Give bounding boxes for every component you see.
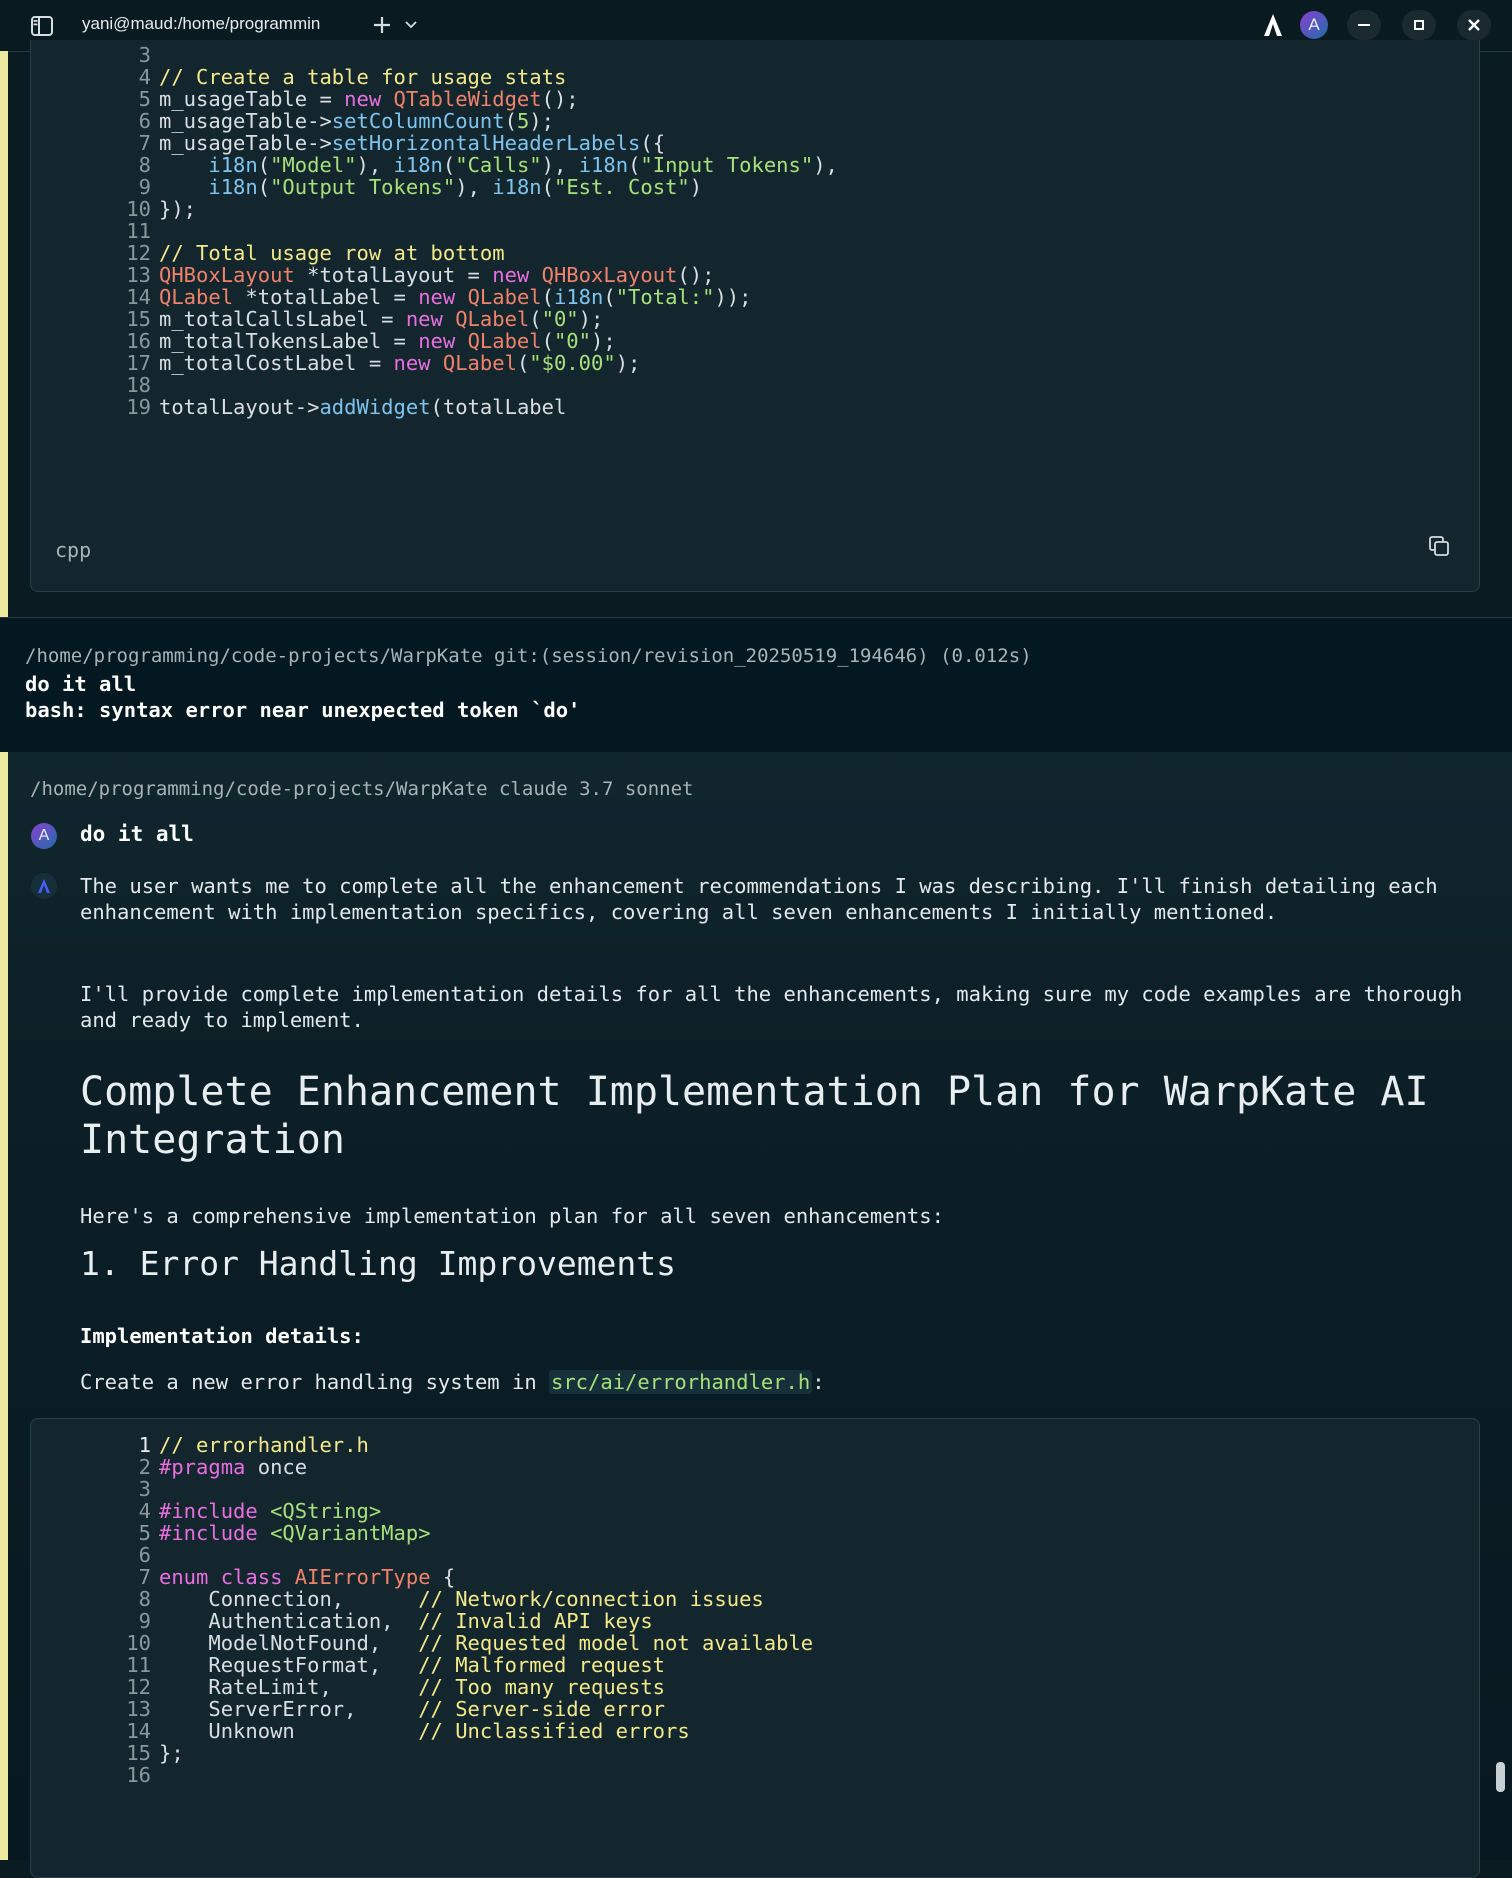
code-token: ( — [541, 175, 554, 199]
code-token: i18n — [492, 175, 542, 199]
code-token: "Est. Cost" — [553, 175, 690, 199]
shell-error-output: bash: syntax error near unexpected token… — [25, 698, 581, 722]
code-text: m_totalCostLabel = new QLabel("$0.00"); — [159, 350, 640, 376]
code-language-label: cpp — [55, 538, 92, 562]
inline-code-path: src/ai/errorhandler.h — [549, 1370, 813, 1394]
code-text: #pragma once — [159, 1454, 307, 1480]
code-token: m_totalCostLabel = — [159, 351, 394, 375]
code-token: ), — [813, 153, 838, 177]
code-token: (totalLabel — [430, 395, 567, 419]
scrollbar[interactable] — [1496, 1762, 1505, 1792]
create-file-text: Create a new error handling system in — [80, 1370, 549, 1394]
code-token: // Unclassified errors — [418, 1719, 690, 1743]
minimize-icon[interactable] — [1347, 10, 1381, 40]
code-token: "$0.00" — [529, 351, 616, 375]
code-text: #include <QVariantMap> — [159, 1520, 431, 1546]
response-intro: Here's a comprehensive implementation pl… — [80, 1204, 944, 1228]
code-text: }); — [159, 196, 196, 222]
code-token: ( — [603, 285, 616, 309]
shell-command: do it all — [25, 672, 137, 696]
chevron-down-icon[interactable] — [402, 13, 420, 37]
code-token: new — [393, 351, 431, 375]
user-avatar: A — [31, 823, 57, 849]
code-token: ); — [615, 351, 641, 375]
code-text: Unknown // Unclassified errors — [159, 1718, 690, 1744]
code-token: ( — [257, 175, 271, 199]
code-token: <QVariantMap> — [270, 1521, 431, 1545]
plus-icon[interactable] — [368, 11, 396, 39]
tab-title: yani@maud:/home/programmin — [82, 14, 321, 33]
sidebar-icon[interactable] — [28, 12, 56, 40]
code-token: once — [245, 1455, 308, 1479]
code-token: "Output Tokens" — [270, 175, 456, 199]
avatar[interactable]: A — [1300, 11, 1328, 39]
create-file-instruction: Create a new error handling system in sr… — [80, 1369, 1480, 1395]
close-icon[interactable] — [1457, 10, 1491, 40]
code-token: i18n — [208, 175, 258, 199]
code-token: }; — [159, 1741, 184, 1765]
copy-icon[interactable] — [1427, 534, 1455, 562]
code-token: #include — [159, 1521, 258, 1545]
code-block-errorhandler: 1// errorhandler.h 2 #pragma once 3 4 #includ… — [30, 1418, 1480, 1878]
ai-context-path: /home/programming/code-projects/WarpKate… — [30, 778, 694, 800]
ai-agent-icon — [31, 873, 57, 899]
create-file-suffix: : — [812, 1370, 825, 1394]
code-text: totalLayout->addWidget(totalLabel — [159, 394, 566, 420]
user-message: do it all — [80, 822, 194, 846]
section-heading-error-handling: 1. Error Handling Improvements — [80, 1244, 677, 1283]
ai-thinking-text-1: The user wants me to complete all the en… — [80, 874, 1438, 924]
code-block-usage-table: 3 4// Create a table for usage stats 5 m_us… — [30, 40, 1480, 592]
warp-logo-icon[interactable] — [1258, 10, 1288, 40]
code-text: }; — [159, 1740, 184, 1766]
code-token: ), — [455, 175, 493, 199]
code-token: "Total:" — [615, 285, 715, 309]
maximize-icon[interactable] — [1402, 10, 1436, 40]
ai-thinking-text-2: I'll provide complete implementation det… — [80, 982, 1463, 1032]
code-token: totalLayout-> — [159, 395, 320, 419]
code-token: QLabel — [442, 351, 517, 375]
code-text: i18n("Output Tokens"), i18n("Est. Cost") — [159, 174, 702, 200]
code-token: ) — [689, 175, 703, 199]
shell-block[interactable]: /home/programming/code-projects/WarpKate… — [0, 617, 1512, 753]
shell-prompt-path: /home/programming/code-projects/WarpKate… — [25, 645, 1032, 667]
code-token: )); — [714, 285, 752, 309]
line-number: 16 — [126, 1763, 151, 1787]
code-token: Unknown — [159, 1719, 419, 1743]
implementation-details-label: Implementation details: — [80, 1324, 364, 1348]
code-token: ( — [516, 351, 530, 375]
response-heading: Complete Enhancement Implementation Plan… — [80, 1069, 1429, 1163]
code-token: #pragma — [159, 1455, 246, 1479]
ai-accent-strip — [0, 752, 8, 1860]
line-number: 19 — [126, 395, 151, 419]
code-token: }); — [159, 197, 197, 221]
code-token: addWidget — [319, 395, 431, 419]
